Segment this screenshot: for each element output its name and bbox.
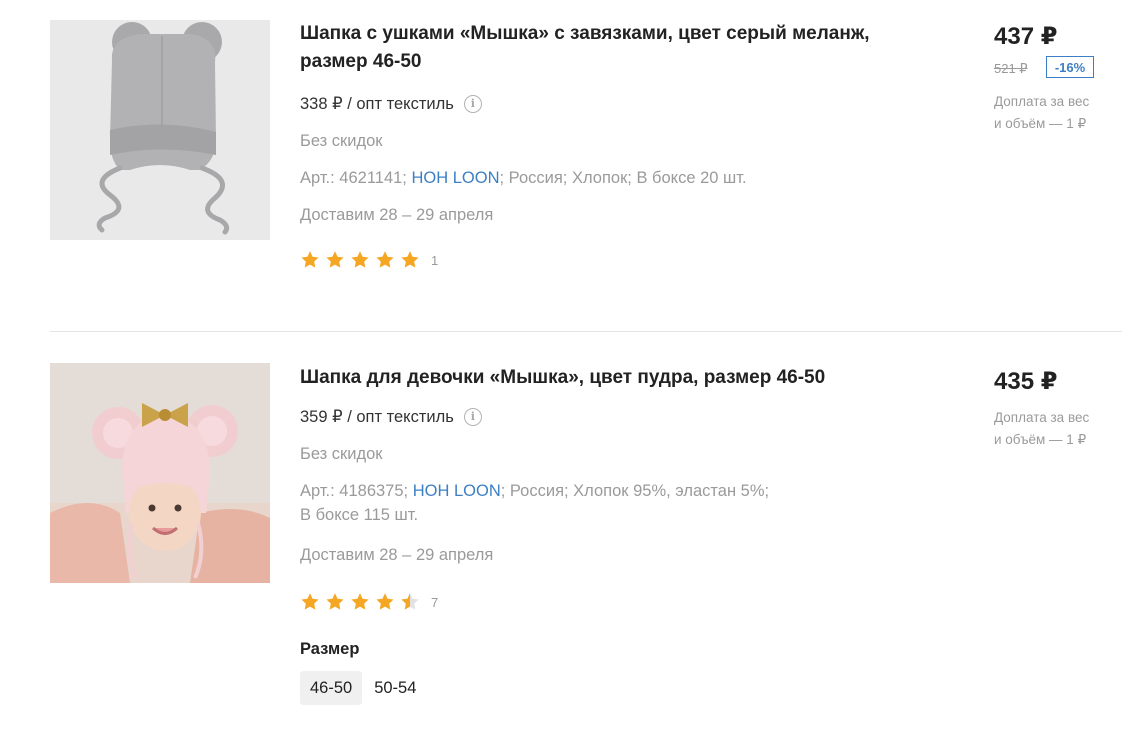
star-full-icon xyxy=(325,592,345,612)
price-1: 437 ₽ xyxy=(994,23,1058,50)
surcharge-line: Доплата за вес xyxy=(994,410,1090,425)
delivery-info-2: Доставим 28 – 29 апреля xyxy=(300,546,494,564)
details-text-line2: В боксе 115 шт. xyxy=(300,506,419,524)
review-count[interactable]: 7 xyxy=(431,595,438,610)
surcharge-line: и объём — 1 ₽ xyxy=(994,432,1087,447)
star-full-icon xyxy=(375,592,395,612)
details-text: ; Россия; Хлопок 95%, эластан 5%; xyxy=(500,482,770,500)
surcharge-line: Доплата за вес xyxy=(994,94,1090,109)
article-text: Арт.: 4621141; xyxy=(300,169,407,187)
size-option-46-50[interactable]: 46-50 xyxy=(300,671,363,705)
wholesale-price-text: 338 ₽ / опт текстиль xyxy=(300,95,454,113)
old-price-1: 521 ₽ xyxy=(994,61,1028,76)
review-count[interactable]: 1 xyxy=(431,253,438,268)
product-card-2: Шапка для девочки «Мышка», цвет пудра, р… xyxy=(0,332,1122,734)
brand-link[interactable]: HOH LOON xyxy=(413,482,501,500)
product-image-2[interactable] xyxy=(50,363,270,583)
article-text: Арт.: 4186375; xyxy=(300,482,409,500)
size-option-50-54[interactable]: 50-54 xyxy=(364,671,426,705)
rating-stars-2[interactable]: 7 xyxy=(300,592,438,612)
brand-link[interactable]: HOH LOON xyxy=(412,169,500,187)
surcharge-line: и объём — 1 ₽ xyxy=(994,116,1087,131)
surcharge-note-2: Доплата за вес и объём — 1 ₽ xyxy=(994,407,1114,451)
info-icon[interactable]: i xyxy=(463,408,482,426)
discount-badge-1: -16% xyxy=(1046,56,1094,78)
star-full-icon xyxy=(375,250,395,270)
product-details-2: Арт.: 4186375; HOH LOON; Россия; Хлопок … xyxy=(300,479,860,527)
star-full-icon xyxy=(400,250,420,270)
wholesale-price-2: 359 ₽ / опт текстиль i xyxy=(300,405,860,429)
info-icon[interactable]: i xyxy=(463,95,482,113)
price-2: 435 ₽ xyxy=(994,368,1058,395)
wholesale-price-1: 338 ₽ / опт текстиль i xyxy=(300,92,860,116)
star-full-icon xyxy=(325,250,345,270)
star-full-icon xyxy=(350,592,370,612)
star-full-icon xyxy=(300,592,320,612)
rating-stars-1[interactable]: 1 xyxy=(300,250,438,270)
delivery-info-1: Доставим 28 – 29 апреля xyxy=(300,206,494,224)
size-selector: 46-50 50-54 xyxy=(300,671,428,705)
star-full-icon xyxy=(300,250,320,270)
product-card-1: Шапка с ушками «Мышка» с завязками, цвет… xyxy=(0,0,1122,330)
star-half-icon xyxy=(400,592,420,612)
wholesale-price-text: 359 ₽ / опт текстиль xyxy=(300,408,454,426)
product-image-1[interactable] xyxy=(50,20,270,240)
product-title-2[interactable]: Шапка для девочки «Мышка», цвет пудра, р… xyxy=(300,364,880,392)
product-details-1: Арт.: 4621141; HOH LOON; Россия; Хлопок;… xyxy=(300,166,860,190)
star-full-icon xyxy=(350,250,370,270)
product-title-1[interactable]: Шапка с ушками «Мышка» с завязками, цвет… xyxy=(300,20,880,76)
size-label: Размер xyxy=(300,640,360,658)
discount-note-1: Без скидок xyxy=(300,132,383,150)
surcharge-note-1: Доплата за вес и объём — 1 ₽ xyxy=(994,91,1114,135)
details-text: ; Россия; Хлопок; В боксе 20 шт. xyxy=(499,169,747,187)
discount-note-2: Без скидок xyxy=(300,445,383,463)
